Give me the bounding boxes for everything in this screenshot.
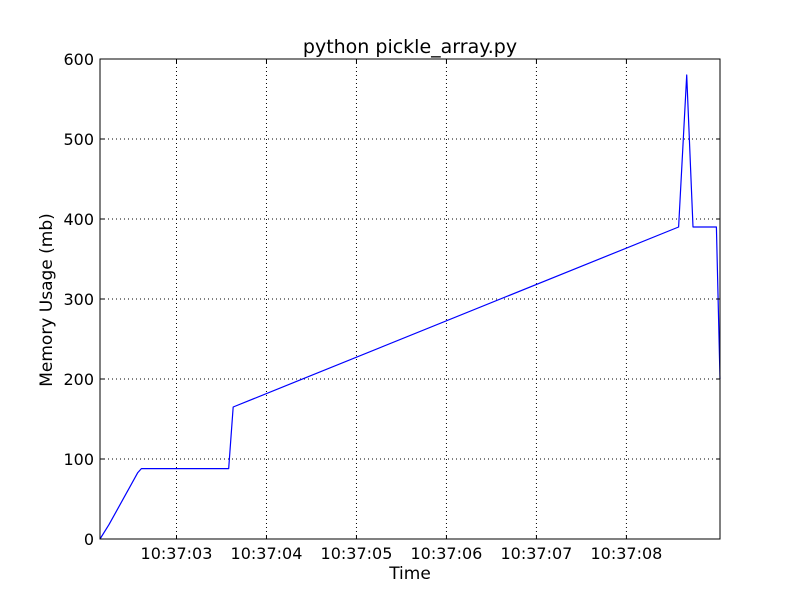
y-tick-label: 300 — [63, 290, 94, 309]
x-tick-label: 10:37:05 — [321, 544, 393, 563]
y-axis-label: Memory Usage (mb) — [37, 213, 57, 387]
data-point — [141, 468, 142, 469]
x-tick-label: 10:37:07 — [500, 544, 572, 563]
y-tick-label: 200 — [63, 370, 94, 389]
y-tick-label: 0 — [84, 530, 94, 549]
x-tick-label: 10:37:06 — [411, 544, 483, 563]
data-point — [678, 226, 679, 227]
y-tick-label: 100 — [63, 450, 94, 469]
data-point — [137, 472, 138, 473]
x-tick-label: 10:37:08 — [590, 544, 662, 563]
x-tick-label: 10:37:04 — [231, 544, 303, 563]
memory-usage-chart: 10:37:03 10:37:04 10:37:05 10:37:06 10:37:07… — [0, 0, 800, 600]
data-point — [233, 406, 234, 407]
x-tick-label: 10:37:03 — [141, 544, 213, 563]
data-point — [108, 524, 109, 525]
x-axis-label: Time — [388, 564, 431, 584]
y-tick-label: 500 — [63, 130, 94, 149]
y-tick-label: 600 — [63, 50, 94, 69]
chart-title: python pickle_array.py — [303, 36, 517, 58]
data-point — [686, 74, 687, 75]
data-point — [692, 226, 693, 227]
y-tick-label: 400 — [63, 210, 94, 229]
data-point — [716, 226, 717, 227]
data-point — [228, 468, 229, 469]
figure-background — [0, 0, 800, 600]
